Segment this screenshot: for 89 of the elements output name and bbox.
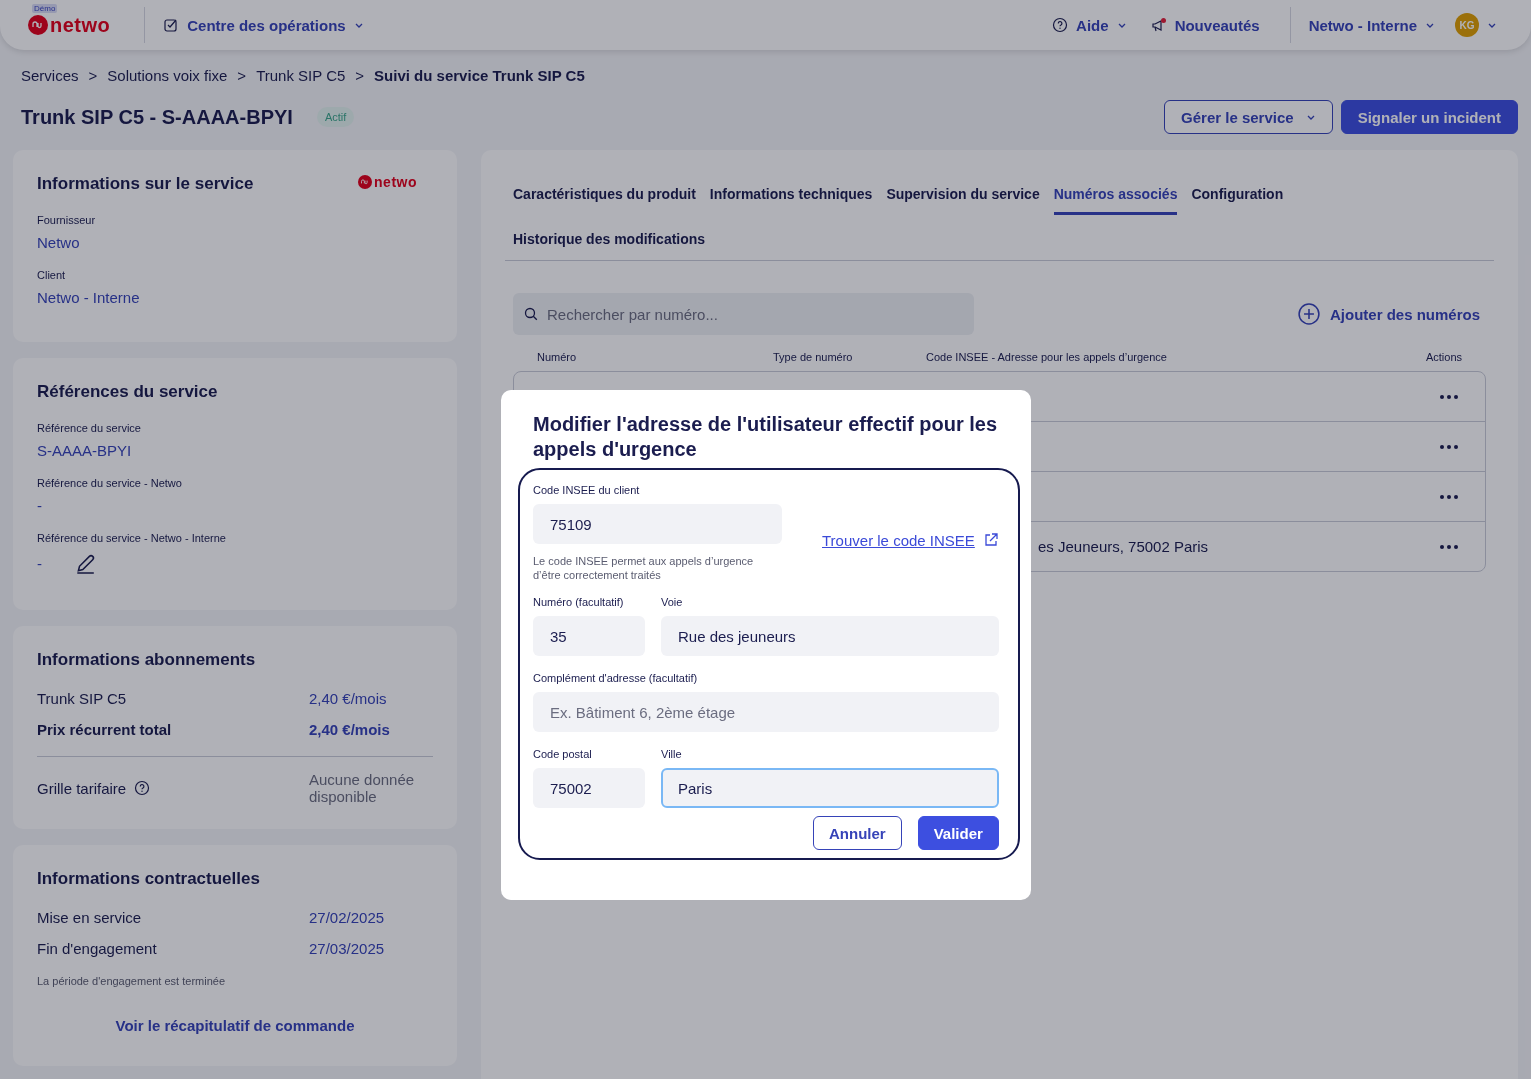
field-label: Complément d'adresse (facultatif) [533, 672, 699, 684]
status-badge: Actif [316, 107, 355, 127]
breadcrumb-separator: > [237, 67, 247, 84]
field-label: Référence du service - Netwo - Interne [37, 532, 227, 544]
column-header: Actions [1425, 351, 1462, 363]
row-value: 2,40 €/mois [309, 690, 388, 707]
field-label: Code postal [533, 748, 593, 760]
cancel-button[interactable]: Annuler [812, 816, 902, 850]
field-value: - [37, 554, 42, 572]
tab[interactable]: Caractéristiques du produit [513, 178, 696, 215]
table-cell-text: es Jeuneurs, 75002 Paris [1038, 538, 1210, 555]
card-title: Informations abonnements [37, 650, 256, 670]
provider-logo-text: netwo [374, 174, 417, 190]
tab[interactable]: Configuration [1191, 178, 1284, 215]
field-label: Client [37, 269, 67, 281]
card-title: Informations sur le service [37, 174, 254, 194]
breadcrumb-current: Suivi du service Trunk SIP C5 [374, 67, 585, 84]
card-title: Informations contractuelles [37, 869, 260, 889]
column-header: Type de numéro [773, 351, 854, 363]
breadcrumb-link[interactable]: Services [21, 67, 79, 84]
demo-badge: Démo [32, 3, 58, 13]
search-icon [523, 306, 539, 322]
input-field[interactable]: 75002 [533, 768, 645, 808]
logo-icon [28, 15, 48, 35]
help-icon [134, 780, 151, 796]
field-label: Voie [661, 596, 684, 608]
search-field[interactable]: Rechercher par numéro... [513, 293, 974, 335]
note-text: La période d'engagement est terminée [37, 975, 226, 987]
field-label: Fournisseur [37, 214, 97, 226]
card-title: Références du service [37, 382, 218, 402]
megaphone-icon [1150, 17, 1167, 33]
field-value: - [37, 497, 42, 514]
tab[interactable]: Numéros associés [1053, 178, 1178, 215]
row-label: Grille tarifaire [37, 779, 127, 797]
breadcrumb-separator: > [88, 67, 98, 84]
manage-dropdown-button[interactable]: Gérer le service [1164, 100, 1333, 134]
breadcrumb-separator: > [355, 67, 365, 84]
input-field[interactable]: Ex. Bâtiment 6, 2ème étage [533, 692, 999, 732]
breadcrumb-link[interactable]: Trunk SIP C5 [256, 67, 346, 84]
row-label: Trunk SIP C5 [37, 690, 128, 707]
more-icon[interactable] [1439, 493, 1459, 500]
order-summary-link[interactable]: Voir le récapitulatif de commande [115, 1017, 355, 1034]
input-field[interactable]: Rue des jeuneurs [661, 616, 999, 656]
report-button[interactable]: Signaler un incident [1340, 100, 1518, 134]
more-icon[interactable] [1439, 393, 1459, 400]
pencil-icon[interactable] [74, 552, 96, 574]
page-title: Trunk SIP C5 - S-AAAA-BPYI [21, 105, 293, 129]
input-field[interactable]: Paris [661, 768, 999, 808]
hint-text: Le code INSEE permet aux appels d’urgence d’être correctement traités [533, 554, 755, 582]
checkbox-icon [163, 17, 180, 33]
tab[interactable]: Informations techniques [709, 178, 873, 215]
input-field[interactable]: 35 [533, 616, 645, 656]
row-value: 27/03/2025 [309, 940, 386, 957]
row-value: 27/02/2025 [309, 909, 386, 926]
plus-circle-icon [1297, 303, 1320, 325]
column-header: Numéro [537, 351, 578, 363]
external-link-icon [982, 532, 999, 548]
insee-lookup-link[interactable]: Trouver le code INSEE [822, 531, 999, 549]
logo-text[interactable]: netwo [50, 13, 111, 37]
row-value: 2,40 €/mois [309, 721, 391, 738]
operations-menu[interactable]: Centre des opérations [157, 16, 370, 34]
modal-title: Modifier l'adresse de l'utilisateur effectif pour les appels d'urgence [533, 412, 999, 462]
field-label: Code INSEE du client [533, 484, 641, 496]
row-label: Fin d'engagement [37, 940, 158, 957]
row-label: Mise en service [37, 909, 143, 926]
help-menu[interactable]: Aide [1046, 16, 1133, 34]
avatar: KG [1455, 13, 1479, 37]
row-label: Prix récurrent total [37, 721, 173, 738]
field-label: Ville [661, 748, 683, 760]
field-value: Netwo - Interne [37, 289, 140, 306]
more-icon[interactable] [1439, 443, 1459, 450]
field-label: Numéro (facultatif) [533, 596, 625, 608]
field-value: Netwo [37, 234, 80, 251]
account-menu[interactable]: Netwo - Interne [1302, 16, 1441, 34]
input-field[interactable]: 75109 [533, 504, 782, 544]
tab[interactable]: Historique des modifications [513, 223, 706, 260]
field-label: Référence du service - Netwo [37, 477, 183, 489]
validate-button[interactable]: Valider [917, 816, 999, 850]
news-link[interactable]: Nouveautés [1144, 16, 1266, 34]
field-label: Référence du service [37, 422, 142, 434]
column-header: Code INSEE - Adresse pour les appels d’urgence [926, 351, 1168, 363]
more-icon[interactable] [1439, 543, 1459, 550]
field-value: S-AAAA-BPYI [37, 442, 132, 459]
logo-icon [358, 175, 373, 189]
tab[interactable]: Supervision du service [886, 178, 1040, 215]
help-icon [1052, 17, 1069, 33]
add-numbers-button[interactable]: Ajouter des numéros [1291, 302, 1486, 326]
row-value: Aucune donnée disponible [309, 771, 416, 805]
breadcrumb-link[interactable]: Solutions voix fixe [107, 67, 228, 84]
